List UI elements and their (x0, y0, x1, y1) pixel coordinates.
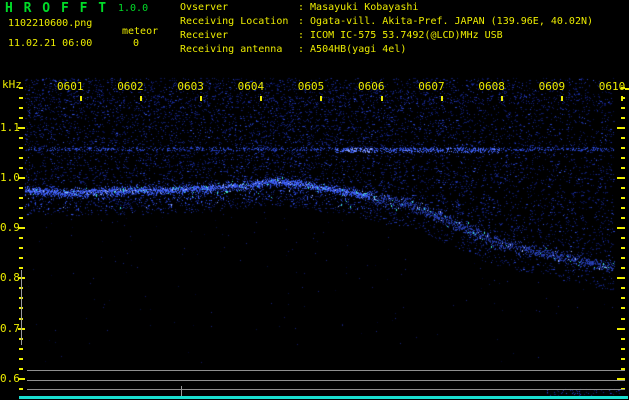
observation-datetime: 11.02.21 06:00 (8, 38, 93, 49)
bottom-reference-line-0 (27, 369, 625, 371)
hrofft-output-image: H R O F F T 1.0.0 1102210600.png meteor … (0, 0, 629, 400)
signal-spike-line (21, 270, 22, 345)
bottom-reference-line-2 (27, 389, 625, 390)
freq-tick-right (621, 257, 625, 260)
freq-tick-right (621, 146, 625, 149)
time-tick-0603 (199, 96, 202, 101)
info-row-2: Receiver : ICOM IC-575 53.7492(@LCD)MHz U… (180, 29, 503, 41)
time-label-0603: 0603 (177, 80, 204, 93)
time-tick-0607 (440, 96, 443, 101)
freq-tick-left (19, 166, 23, 169)
freq-tick-left (19, 247, 23, 250)
time-tick-0605 (320, 96, 323, 101)
time-label-0602: 0602 (117, 80, 144, 93)
time-label-0609: 0609 (538, 80, 566, 93)
freq-tick-right (621, 237, 625, 240)
freq-tick-right (621, 116, 625, 119)
freq-tick-right (621, 287, 625, 290)
freq-label-0.6: 0.6 (0, 371, 20, 385)
info-value: : ICOM IC-575 53.7492(@LCD)MHz USB (298, 29, 503, 41)
freq-label-0.9: 0.9 (0, 221, 20, 235)
freq-tick-right (621, 86, 625, 89)
freq-tick-right (617, 126, 625, 129)
freq-tick-left (19, 116, 23, 119)
freq-tick-right (621, 136, 625, 139)
freq-tick-right (621, 156, 625, 159)
freq-tick-right (617, 227, 625, 230)
info-value: : Masayuki Kobayashi (298, 2, 419, 13)
freq-tick-right (621, 96, 625, 99)
time-label-0607: 0607 (418, 80, 445, 93)
bottom-reference-line-1 (27, 379, 625, 381)
info-label: Ovserver (180, 2, 229, 13)
freq-tick-right (621, 357, 625, 360)
freq-label-1.1: 1.1 (0, 120, 20, 134)
time-label-0608: 0608 (478, 80, 505, 93)
time-tick-0606 (380, 96, 383, 101)
freq-tick-right (617, 176, 625, 179)
info-row-1: Receiving Location : Ogata-vill. Akita-Pr… (180, 15, 594, 27)
freq-tick-left (19, 267, 23, 270)
freq-tick-left (19, 197, 23, 200)
freq-tick-left (19, 207, 23, 210)
freq-tick-right (617, 327, 625, 330)
output-filename: 1102210600.png (8, 18, 93, 29)
freq-label-0.8: 0.8 (0, 271, 20, 285)
freq-tick-left (19, 106, 23, 109)
time-tick-0602 (139, 96, 142, 101)
info-label: Receiver (180, 29, 229, 41)
freq-tick-right (621, 317, 625, 320)
freq-tick-left (19, 217, 23, 220)
app-version: 1.0.0 (118, 3, 149, 14)
freq-tick-left (19, 156, 23, 159)
time-tick-0609 (561, 96, 564, 101)
time-label-0606: 0606 (358, 80, 385, 93)
info-label: Receiving Location (180, 15, 289, 27)
freq-tick-left (19, 86, 23, 89)
freq-label-1.0: 1.0 (0, 170, 20, 184)
echo-count: 0 (133, 38, 140, 49)
baseline-cyan-line (19, 396, 628, 399)
app-title: H R O F F T (5, 1, 108, 16)
freq-tick-right (617, 277, 625, 280)
info-value: : Ogata-vill. Akita-Pref. JAPAN (139.96E… (298, 15, 594, 27)
freq-tick-left (19, 187, 23, 189)
freq-tick-left (19, 367, 23, 370)
time-label-0604: 0604 (237, 80, 265, 93)
mode-label: meteor (122, 26, 159, 37)
time-tick-0601 (79, 96, 82, 101)
freq-tick-left (19, 146, 23, 149)
freq-tick-right (621, 337, 625, 340)
freq-tick-right (621, 207, 625, 210)
freq-tick-right (621, 347, 625, 350)
freq-tick-right (621, 187, 625, 189)
info-row-3: Receiving antenna : A504HB(yagi 4el) (180, 43, 407, 55)
freq-tick-left (19, 347, 23, 350)
freq-label-0.7: 0.7 (0, 321, 20, 335)
info-label: Receiving antenna (180, 43, 283, 55)
freq-tick-left (19, 96, 23, 99)
time-tick-0608 (500, 96, 503, 101)
freq-tick-left (19, 237, 23, 240)
freq-tick-left (19, 387, 23, 390)
freq-tick-right (621, 307, 625, 310)
freq-tick-right (621, 267, 625, 270)
freq-tick-right (621, 297, 625, 300)
freq-tick-left (19, 357, 23, 360)
time-tick-0604 (260, 96, 263, 101)
freq-tick-left (19, 257, 23, 260)
time-label-0605: 0605 (297, 80, 325, 93)
freq-tick-right (621, 197, 625, 200)
spectrogram-canvas (0, 0, 629, 400)
freq-tick-left (19, 136, 23, 139)
freq-tick-right (621, 217, 625, 220)
freq-tick-right (621, 247, 625, 250)
info-row-0: Ovserver : Masayuki Kobayashi (180, 3, 418, 13)
time-label-0601: 0601 (57, 80, 84, 93)
freq-tick-right (621, 106, 625, 109)
freq-tick-right (621, 166, 625, 169)
time-tick-end (625, 88, 629, 90)
info-value: : A504HB(yagi 4el) (298, 43, 407, 55)
